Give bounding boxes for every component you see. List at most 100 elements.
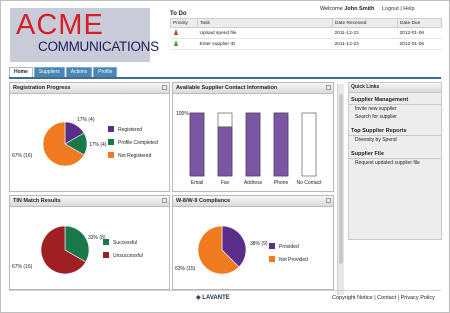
section-supplier-management: Supplier Management bbox=[349, 96, 441, 105]
col-priority[interactable]: Priority bbox=[170, 18, 198, 28]
contact-panel-title: Available Supplier Contact Information bbox=[176, 85, 278, 91]
pie-data-label: 17% (4) bbox=[89, 142, 107, 148]
x-tick-label: Address bbox=[244, 180, 263, 186]
legend-label: Not Provided bbox=[279, 257, 308, 263]
scrollbar-thumb[interactable] bbox=[339, 94, 343, 264]
legend-swatch bbox=[108, 126, 114, 132]
logo-communications-text: COMMUNICATIONS bbox=[38, 39, 159, 54]
bar[interactable] bbox=[245, 112, 261, 177]
legend-swatch bbox=[108, 152, 114, 158]
contact-collapse-button[interactable] bbox=[326, 85, 331, 90]
col-task[interactable]: Task bbox=[197, 18, 333, 28]
tab-underline bbox=[9, 77, 441, 79]
registration-panel-title: Registration Progress bbox=[13, 85, 71, 91]
col-date-received[interactable]: Date Received bbox=[332, 18, 398, 28]
lavante-logo: ◈ LAVANTE bbox=[196, 294, 230, 301]
registration-panel-header: Registration Progress bbox=[10, 83, 169, 94]
contact-panel: Available Supplier Contact Information 1… bbox=[172, 82, 334, 192]
pie-data-label: 67% (16) bbox=[12, 153, 33, 159]
bar-outline bbox=[301, 112, 317, 177]
main-tabs: Home Suppliers Actions Profile bbox=[9, 67, 118, 77]
lavante-mark-icon: ◈ bbox=[196, 295, 201, 301]
tin-pie-chart: 33% (8)67% (16)SuccessfulUnsuccessful bbox=[12, 225, 143, 275]
legend-label: Successful bbox=[113, 240, 137, 246]
date-due-cell: 2012-01-06 bbox=[397, 38, 442, 50]
x-tick-label: Email bbox=[191, 180, 204, 186]
lavante-logo-text: LAVANTE bbox=[202, 295, 230, 301]
legend-label: Profile Completed bbox=[118, 140, 158, 146]
pie-data-label: 63% (15) bbox=[175, 266, 196, 272]
todo-header-row: Priority Task Date Received Date Due bbox=[170, 18, 442, 28]
legend-swatch bbox=[103, 239, 109, 245]
section-supplier-file: Supplier File bbox=[349, 150, 441, 159]
link-diversity-by-spend[interactable]: Diversity by Spend bbox=[349, 136, 441, 144]
pie-data-label: 67% (16) bbox=[12, 264, 33, 270]
tin-panel-header: TIN Match Results bbox=[10, 196, 169, 207]
quick-links-title: Quick Links bbox=[349, 83, 441, 93]
bar[interactable] bbox=[273, 112, 289, 177]
legend-label: Unsuccessful bbox=[113, 253, 143, 259]
section-top-supplier-reports: Top Supplier Reports bbox=[349, 127, 441, 136]
tab-profile[interactable]: Profile bbox=[93, 67, 118, 77]
link-search-for-supplier[interactable]: Search for supplier bbox=[349, 113, 441, 121]
legend-swatch bbox=[103, 252, 109, 258]
footer-divider bbox=[9, 290, 441, 291]
legend-label: Registered bbox=[118, 127, 142, 133]
privacy-link[interactable]: Privacy Policy bbox=[401, 295, 435, 301]
tin-panel-title: TIN Match Results bbox=[13, 198, 61, 204]
x-tick-label: Fax bbox=[221, 180, 230, 186]
priority-high-icon bbox=[173, 29, 178, 35]
legend-swatch bbox=[269, 243, 275, 249]
pie-data-label: 17% (4) bbox=[77, 117, 95, 123]
legend-label: Provided bbox=[279, 244, 299, 250]
date-due-cell: 2012-01-06 bbox=[397, 27, 442, 39]
footer-links: Copyright Notice | Contact | Privacy Pol… bbox=[332, 295, 435, 301]
x-tick-label: No Contact bbox=[296, 180, 322, 186]
bar[interactable] bbox=[217, 126, 233, 177]
link-request-updated-supplier-file[interactable]: Request updated supplier file bbox=[349, 159, 441, 167]
y-tick-label: 100% bbox=[176, 111, 189, 117]
registration-collapse-button[interactable] bbox=[162, 85, 167, 90]
tab-suppliers[interactable]: Suppliers bbox=[33, 67, 65, 77]
tin-panel: TIN Match Results 33% (8) 67% (16) Success… bbox=[9, 195, 170, 290]
footer-separator: | bbox=[374, 295, 376, 301]
contact-link[interactable]: Contact bbox=[377, 295, 396, 301]
tin-collapse-button[interactable] bbox=[162, 198, 167, 203]
pie-data-label: 38% (9) bbox=[250, 241, 268, 247]
bar[interactable] bbox=[189, 112, 205, 177]
priority-cell bbox=[170, 27, 198, 39]
quick-links-panel: Quick Links Supplier Management Invite n… bbox=[348, 82, 442, 240]
contact-bar-chart: 100% Email Fax Address Phone No Contact bbox=[176, 111, 322, 186]
task-cell[interactable]: Upload spend file bbox=[197, 27, 333, 39]
acme-logo: ACME COMMUNICATIONS bbox=[10, 8, 159, 62]
w8w9-panel-title: W-8/W-9 Compliance bbox=[176, 198, 231, 204]
tab-actions[interactable]: Actions bbox=[65, 67, 93, 77]
w8w9-collapse-button[interactable] bbox=[326, 198, 331, 203]
todo-title: To Do bbox=[170, 11, 187, 17]
legend-swatch bbox=[108, 139, 114, 145]
main-scrollbar[interactable] bbox=[337, 84, 344, 295]
date-received-cell: 2011-12-23 bbox=[332, 38, 398, 50]
priority-normal-icon bbox=[173, 40, 178, 46]
registration-pie-chart: 17% (4) 17% (4) 67% (16) Registered Profile … bbox=[12, 117, 158, 167]
legend-label: Not Registered bbox=[118, 153, 152, 159]
x-tick-label: Phone bbox=[274, 180, 289, 186]
link-invite-new-supplier[interactable]: Invite new supplier bbox=[349, 105, 441, 113]
w8w9-panel-header: W-8/W-9 Compliance bbox=[173, 196, 333, 207]
todo-panel: To Do Priority Task Date Received Date D… bbox=[170, 11, 442, 50]
table-row[interactable]: Upload spend file 2011-12-23 2012-01-06 bbox=[170, 27, 442, 39]
w8w9-pie-chart: 38% (9) 63% (15) Provided Not Provided bbox=[175, 225, 308, 275]
contact-panel-header: Available Supplier Contact Information bbox=[173, 83, 333, 94]
footer-separator: | bbox=[397, 295, 400, 301]
tab-home[interactable]: Home bbox=[9, 67, 33, 77]
priority-cell bbox=[170, 38, 198, 50]
legend-swatch bbox=[269, 256, 275, 262]
copyright-link[interactable]: Copyright Notice bbox=[332, 295, 373, 301]
table-row[interactable]: Enter supplier ID 2011-12-23 2012-01-06 bbox=[170, 38, 442, 50]
task-cell[interactable]: Enter supplier ID bbox=[197, 38, 333, 50]
logo-acme-text: ACME bbox=[16, 9, 104, 41]
date-received-cell: 2011-12-23 bbox=[332, 27, 398, 39]
w8w9-panel: W-8/W-9 Compliance 38% (9) 63% (15) Provid… bbox=[172, 195, 334, 290]
col-date-due[interactable]: Date Due bbox=[397, 18, 442, 28]
registration-panel: Registration Progress 17% (4) 17% (4) 67% … bbox=[9, 82, 170, 192]
